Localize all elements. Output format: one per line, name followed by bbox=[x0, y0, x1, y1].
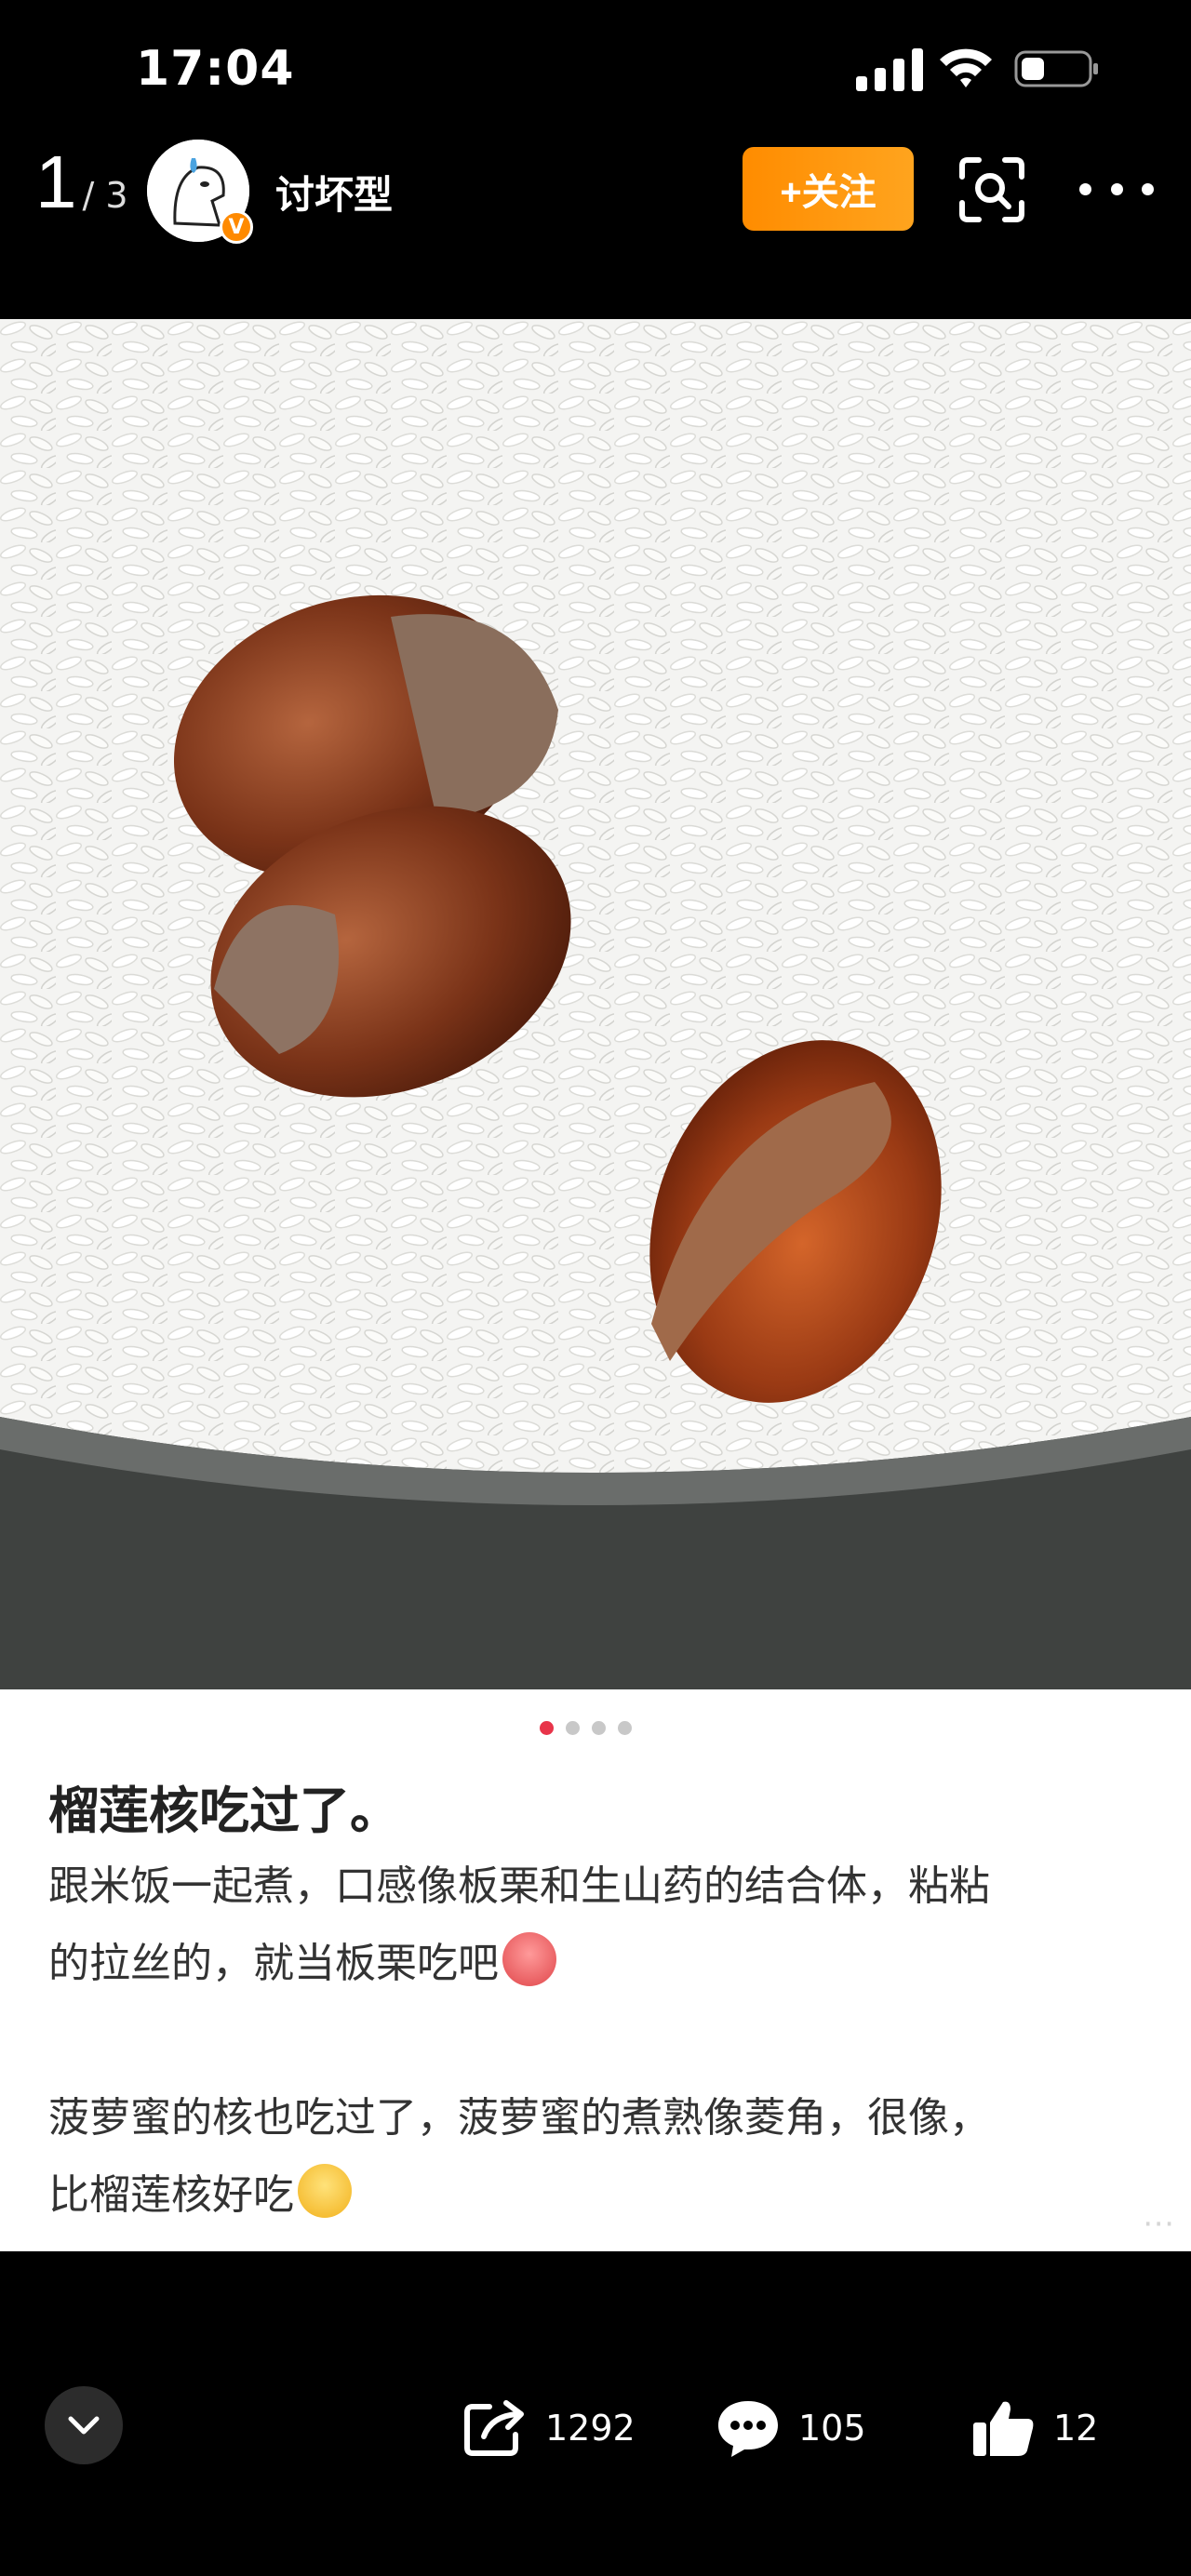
post-paragraph-line: 菠萝蜜的核也吃过了，菠萝蜜的煮熟像菱角，很像， bbox=[48, 2094, 990, 2142]
thumbs-up-icon bbox=[973, 2401, 1034, 2456]
collapse-button[interactable] bbox=[45, 2386, 123, 2464]
page-total: / 3 bbox=[82, 175, 128, 216]
post-paragraph-line: 跟米饭一起煮，口感像板栗和生山药的结合体，粘粘 bbox=[48, 1862, 990, 1910]
carousel-dot[interactable] bbox=[566, 1721, 580, 1735]
verified-badge: V bbox=[220, 210, 253, 244]
share-icon bbox=[464, 2400, 524, 2456]
page-current: 1 bbox=[35, 140, 77, 223]
status-bar: 17:04 bbox=[0, 0, 1191, 140]
rice-with-durian-seeds-image bbox=[0, 319, 1191, 1689]
more-options-button[interactable] bbox=[1079, 158, 1154, 220]
follow-button[interactable]: +关注 bbox=[743, 147, 914, 231]
avatar[interactable]: V bbox=[147, 140, 253, 244]
carousel-indicator bbox=[540, 1721, 632, 1735]
post-content: 榴莲核吃过了。 跟米饭一起煮，口感像板栗和生山药的结合体，粘粘 的拉丝的，就当板… bbox=[0, 1689, 1191, 2251]
share-button[interactable]: 1292 bbox=[463, 2382, 636, 2475]
dot-icon bbox=[1110, 182, 1123, 195]
page-counter: 1 / 3 bbox=[35, 140, 128, 233]
watermark-logo: ⋯ bbox=[1143, 2205, 1174, 2242]
username[interactable]: 讨坏型 bbox=[275, 164, 393, 220]
carousel-dot[interactable] bbox=[592, 1721, 606, 1735]
post-paragraph-line: 的拉丝的，就当板栗吃吧 bbox=[48, 1925, 1146, 2002]
share-count: 1292 bbox=[545, 2408, 636, 2449]
comment-count: 105 bbox=[798, 2408, 866, 2449]
like-button[interactable]: 12 bbox=[971, 2382, 1098, 2475]
carousel-dot[interactable] bbox=[618, 1721, 632, 1735]
battery-icon bbox=[1014, 50, 1098, 87]
post-image[interactable] bbox=[0, 319, 1191, 1689]
status-time: 17:04 bbox=[136, 41, 295, 97]
like-count: 12 bbox=[1053, 2408, 1099, 2449]
dot-icon bbox=[1079, 182, 1091, 195]
signal-icon bbox=[856, 48, 923, 91]
post-text: 比榴莲核好吃 bbox=[48, 2171, 294, 2219]
comment-icon bbox=[718, 2401, 778, 2457]
carousel-dot-active[interactable] bbox=[540, 1721, 554, 1735]
dot-icon bbox=[1142, 182, 1154, 195]
post-text: 的拉丝的，就当板栗吃吧 bbox=[48, 1940, 499, 1987]
bottom-action-bar: 1292 105 12 bbox=[0, 2251, 1191, 2576]
post-paragraph-line: 比榴莲核好吃 bbox=[48, 2156, 1146, 2234]
post-title: 榴莲核吃过了。 bbox=[48, 1782, 400, 1840]
chevron-down-icon bbox=[68, 2416, 100, 2435]
wifi-icon bbox=[940, 48, 992, 87]
yum-emoji-icon bbox=[298, 2164, 352, 2218]
scan-icon[interactable] bbox=[958, 156, 1025, 223]
laughing-emoji-icon bbox=[502, 1932, 556, 1986]
comment-button[interactable]: 105 bbox=[715, 2382, 866, 2475]
post-body: 跟米饭一起煮，口感像板栗和生山药的结合体，粘粘 的拉丝的，就当板栗吃吧 菠萝蜜的… bbox=[48, 1848, 1146, 2234]
